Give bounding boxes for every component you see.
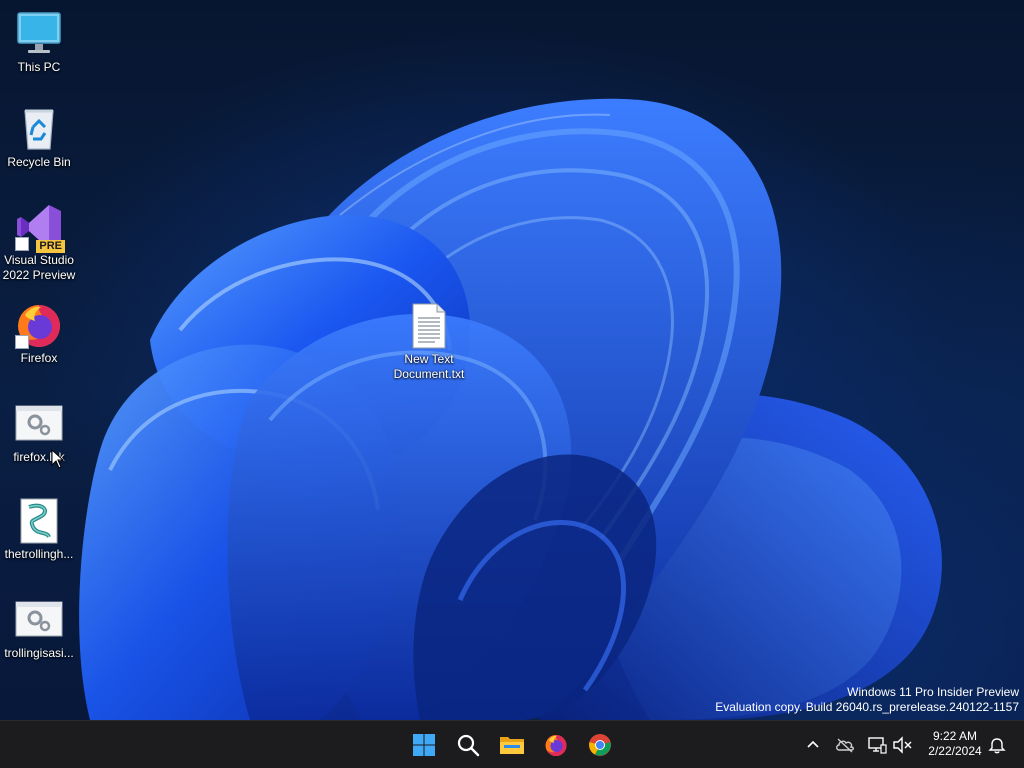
volume-button[interactable] <box>890 733 914 757</box>
clock-date: 2/22/2024 <box>928 744 982 758</box>
recycle-bin-icon <box>15 105 63 153</box>
chrome-icon <box>589 734 611 756</box>
desktop-icon-label: thetrollingh... <box>4 547 74 561</box>
desktop-icon-new-text-document[interactable]: New Text Document.txt <box>391 302 467 382</box>
desktop-icon-label: trollingisasi... <box>4 646 74 660</box>
desktop-icon-firefox[interactable]: Firefox <box>1 301 77 366</box>
firefox-icon <box>545 735 567 756</box>
evaluation-watermark: Windows 11 Pro Insider Preview Evaluatio… <box>715 685 1019 715</box>
desktop-icon-trollingisasi[interactable]: trollingisasi... <box>1 596 77 661</box>
desktop-screen: This PC Recycle Bin PRE Visual Studio 20… <box>0 0 1024 768</box>
monitor-icon <box>15 10 63 58</box>
desktop-icon-label: firefox.lnk <box>13 450 65 464</box>
desktop-icon-label: This PC <box>17 60 61 74</box>
show-hidden-icons-button[interactable] <box>801 733 825 757</box>
taskbar-clock[interactable]: 9:22 AM 2/22/2024 <box>920 729 990 759</box>
clock-time: 9:22 AM <box>932 729 978 743</box>
folder-icon <box>500 737 524 754</box>
taskbar: 9:22 AM 2/22/2024 <box>0 720 1024 768</box>
desktop-icon-recycle-bin[interactable]: Recycle Bin <box>1 105 77 170</box>
windows-start-icon <box>413 734 435 756</box>
network-icon <box>868 737 887 754</box>
search-icon <box>457 734 480 757</box>
onedrive-button[interactable] <box>833 733 857 757</box>
chrome-taskbar-button[interactable] <box>580 727 620 763</box>
chevron-up-icon <box>807 740 819 748</box>
settings-file-icon <box>15 596 63 644</box>
wallpaper <box>0 0 1024 720</box>
settings-file-icon <box>15 400 63 448</box>
mouse-cursor-icon <box>51 449 65 469</box>
shortcut-arrow-icon <box>15 335 29 349</box>
desktop-icon-thetrollingh[interactable]: thetrollingh... <box>1 497 77 562</box>
desktop-icon-label: Firefox <box>20 351 58 365</box>
notification-center-button[interactable] <box>985 733 1009 757</box>
network-button[interactable] <box>865 733 889 757</box>
search-button[interactable] <box>448 727 488 763</box>
notification-bell-icon <box>988 738 1006 754</box>
volume-muted-icon <box>893 736 912 754</box>
desktop-icon-firefox-lnk[interactable]: firefox.lnk <box>1 400 77 465</box>
start-button[interactable] <box>404 727 444 763</box>
firefox-taskbar-button[interactable] <box>536 727 576 763</box>
bloom-wallpaper-art <box>79 98 942 720</box>
watermark-build: Evaluation copy. Build 26040.rs_prerelea… <box>715 700 1019 714</box>
desktop-icon-this-pc[interactable]: This PC <box>1 10 77 75</box>
onedrive-cloud-icon <box>836 738 854 753</box>
watermark-edition: Windows 11 Pro Insider Preview <box>847 685 1019 699</box>
text-document-icon <box>405 302 453 350</box>
firefox-icon <box>15 301 63 349</box>
desktop-icon-label: Recycle Bin <box>7 155 71 169</box>
visual-studio-preview-icon: PRE <box>15 203 65 253</box>
desktop-icon-label: Visual Studio 2022 Preview <box>2 253 76 282</box>
file-explorer-button[interactable] <box>492 727 532 763</box>
shortcut-arrow-icon <box>15 237 29 251</box>
script-file-icon <box>15 497 63 545</box>
pre-badge: PRE <box>36 240 65 253</box>
desktop-icon-label: New Text Document.txt <box>393 352 465 381</box>
desktop-icon-visual-studio-preview[interactable]: PRE Visual Studio 2022 Preview <box>1 203 77 283</box>
